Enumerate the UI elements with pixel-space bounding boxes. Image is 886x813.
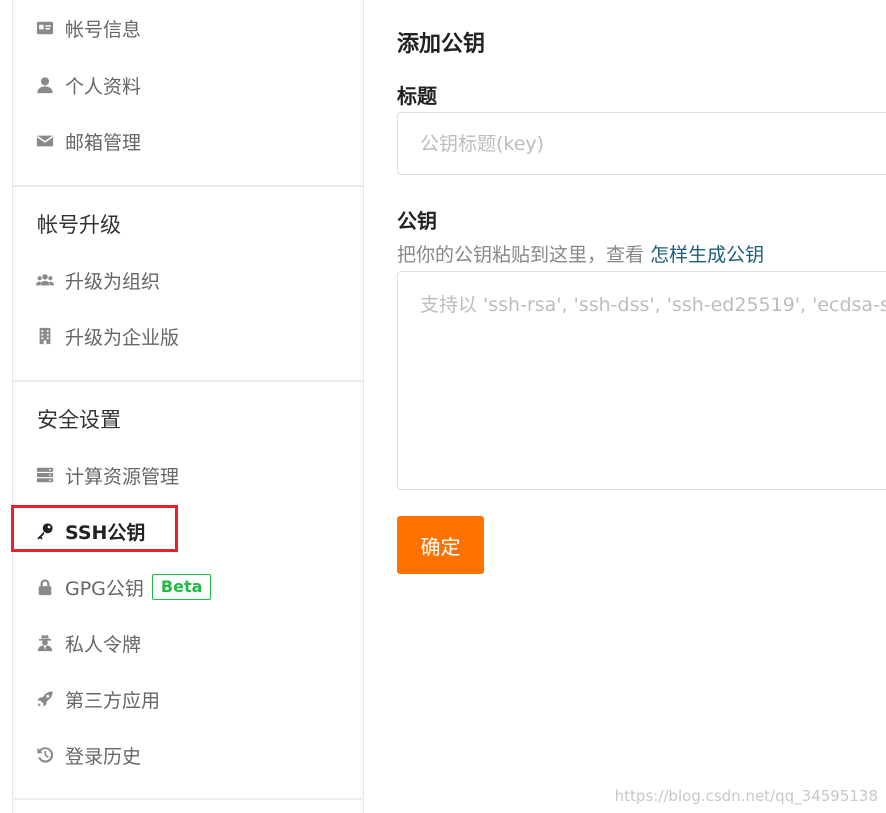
sidebar-item-login-history[interactable]: 登录历史 [35,740,141,770]
sidebar-item-label: 个人资料 [65,75,142,98]
history-icon [35,745,55,765]
id-card-icon [35,18,55,38]
users-icon [35,270,55,290]
sidebar-item-upgrade-enterprise[interactable]: 升级为企业版 [35,321,179,351]
page: 帐号信息 个人资料 邮箱管理 帐号升级 升级为组织 升级为企业版 安全设置 计算… [0,0,886,813]
sidebar-item-label: 升级为企业版 [65,326,180,349]
key-title-input[interactable] [397,112,886,175]
key-field-label: 公钥 [397,209,437,233]
page-title: 添加公钥 [397,32,486,57]
sidebar-item-profile[interactable]: 个人资料 [35,70,141,100]
envelope-icon [35,131,55,151]
highlight-annotation [11,505,178,552]
sidebar-divider [13,185,363,187]
sidebar-item-label: 登录历史 [65,745,142,768]
settings-sidebar: 帐号信息 个人资料 邮箱管理 帐号升级 升级为组织 升级为企业版 安全设置 计算… [12,0,364,813]
sidebar-item-label: 升级为组织 [65,270,161,293]
server-icon [35,465,55,485]
section-title-security: 安全设置 [37,408,121,432]
public-key-textarea[interactable] [397,271,886,490]
sidebar-item-upgrade-org[interactable]: 升级为组织 [35,265,160,295]
title-field-label: 标题 [397,84,437,108]
rocket-icon [35,689,55,709]
sidebar-item-email[interactable]: 邮箱管理 [35,126,141,156]
user-icon [35,75,55,95]
sidebar-item-label: 邮箱管理 [65,131,142,154]
sidebar-item-gpg-keys[interactable]: GPG公钥 Beta [35,572,212,602]
sidebar-item-account-info[interactable]: 帐号信息 [35,13,141,43]
building-icon [35,326,55,346]
sidebar-item-label: 私人令牌 [65,633,142,656]
sidebar-divider [13,380,363,382]
section-title-upgrade: 帐号升级 [37,213,121,237]
help-text-prefix: 把你的公钥粘贴到这里，查看 [397,244,645,266]
sidebar-item-third-party-apps[interactable]: 第三方应用 [35,684,160,714]
sidebar-item-label: 第三方应用 [65,689,161,712]
help-text: 把你的公钥粘贴到这里，查看 怎样生成公钥 [397,240,764,267]
beta-badge: Beta [151,574,212,600]
sidebar-divider [13,798,363,800]
watermark: https://blog.csdn.net/qq_34595138 [614,787,878,805]
sidebar-item-label: 计算资源管理 [65,465,180,488]
confirm-button[interactable]: 确定 [397,516,484,574]
user-secret-icon [35,633,55,653]
sidebar-item-label: GPG公钥 [65,577,144,600]
sidebar-item-compute-resources[interactable]: 计算资源管理 [35,460,179,490]
lock-icon [35,577,55,597]
sidebar-item-label: 帐号信息 [65,18,142,41]
sidebar-item-private-tokens[interactable]: 私人令牌 [35,628,141,658]
how-to-generate-key-link[interactable]: 怎样生成公钥 [650,244,764,266]
